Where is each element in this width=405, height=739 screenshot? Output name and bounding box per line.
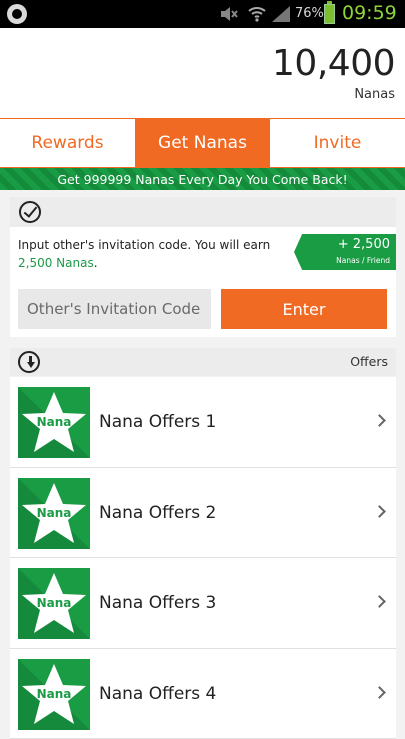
offer-name: Nana Offers 1 bbox=[99, 412, 216, 432]
star-icon: Nana bbox=[18, 659, 90, 730]
offers-header-label: Offers bbox=[350, 354, 388, 369]
chevron-right-icon bbox=[373, 686, 386, 699]
signal-icon bbox=[271, 5, 291, 23]
tab-rewards[interactable]: Rewards bbox=[0, 119, 135, 167]
offer-badge-text: Nana bbox=[18, 687, 90, 701]
enter-button[interactable]: Enter bbox=[221, 289, 387, 329]
offers-header: Offers bbox=[10, 348, 396, 376]
mute-icon bbox=[219, 5, 239, 23]
tab-invite[interactable]: Invite bbox=[270, 119, 405, 167]
offer-item[interactable]: Nana Nana Offers 4 bbox=[10, 649, 396, 739]
star-icon: Nana bbox=[18, 478, 90, 549]
chevron-right-icon bbox=[373, 595, 386, 608]
balance-header: 10,400 Nanas bbox=[0, 28, 405, 118]
invitation-code-input[interactable] bbox=[18, 289, 211, 329]
balance-unit: Nanas bbox=[354, 87, 395, 102]
reward-tag: + 2,500 Nanas / Friend bbox=[294, 234, 396, 270]
battery-percent: 76% bbox=[295, 6, 324, 21]
reward-unit: Nanas / Friend bbox=[336, 256, 390, 265]
star-icon: Nana bbox=[18, 387, 90, 458]
offer-name: Nana Offers 3 bbox=[99, 593, 216, 613]
offers-list: Nana Nana Offers 1 Nana Nana Offers 2 Na… bbox=[10, 377, 396, 739]
chevron-right-icon bbox=[373, 414, 386, 427]
chevron-right-icon bbox=[373, 505, 386, 518]
offer-badge-text: Nana bbox=[18, 596, 90, 610]
star-icon: Nana bbox=[18, 568, 90, 639]
offer-badge-text: Nana bbox=[18, 415, 90, 429]
tab-bar: Rewards Get Nanas Invite bbox=[0, 118, 405, 168]
offer-badge-text: Nana bbox=[18, 506, 90, 520]
offer-name: Nana Offers 2 bbox=[99, 503, 216, 523]
clock: 09:59 bbox=[342, 2, 397, 24]
check-circle-icon bbox=[19, 201, 41, 223]
offer-item[interactable]: Nana Nana Offers 1 bbox=[10, 377, 396, 468]
balance-amount: 10,400 bbox=[272, 43, 395, 84]
status-bar: 76% 09:59 bbox=[0, 0, 405, 28]
offer-item[interactable]: Nana Nana Offers 3 bbox=[10, 558, 396, 649]
invite-instructions: Input other's invitation code. You will … bbox=[18, 236, 286, 272]
app-icon bbox=[7, 4, 27, 24]
reward-amount: + 2,500 bbox=[338, 237, 390, 252]
wifi-icon bbox=[247, 5, 267, 23]
invitation-panel-header bbox=[10, 197, 396, 227]
invite-text-prefix: Input other's invitation code. You will … bbox=[18, 238, 270, 252]
promo-banner: Get 999999 Nanas Every Day You Come Back… bbox=[0, 168, 405, 190]
invite-text-suffix: . bbox=[94, 256, 98, 270]
offer-name: Nana Offers 4 bbox=[99, 684, 216, 704]
battery-icon bbox=[324, 4, 335, 24]
offer-item[interactable]: Nana Nana Offers 2 bbox=[10, 468, 396, 559]
tab-get-nanas[interactable]: Get Nanas bbox=[135, 119, 270, 167]
invitation-panel: Input other's invitation code. You will … bbox=[10, 197, 396, 337]
arrow-down-circle-icon bbox=[18, 351, 40, 373]
invite-reward-highlight: 2,500 Nanas bbox=[18, 256, 94, 270]
